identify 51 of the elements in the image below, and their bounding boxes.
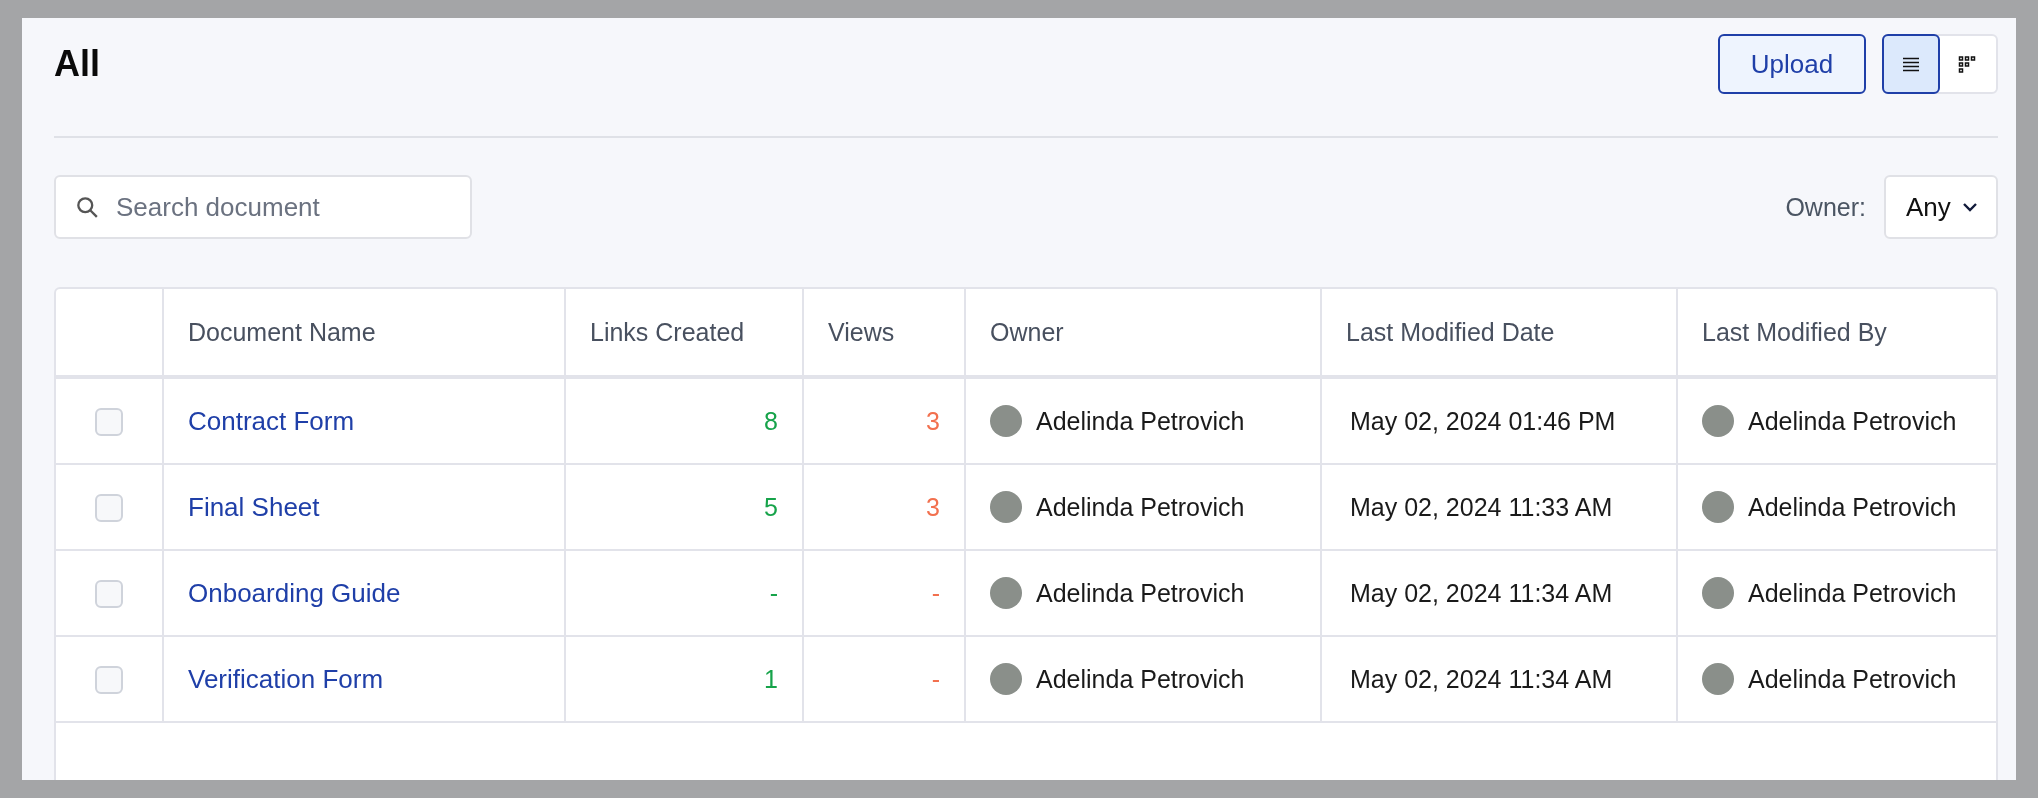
avatar-icon [1702, 577, 1734, 609]
modified-date: May 02, 2024 01:46 PM [1350, 406, 1616, 436]
avatar-icon [1702, 491, 1734, 523]
column-header: Document Name [188, 317, 376, 346]
avatar-icon [1702, 663, 1734, 695]
page-title: All [54, 43, 100, 85]
owner-dropdown[interactable]: Any [1884, 175, 1998, 239]
links-count: - [769, 578, 778, 607]
owner-name: Adelinda Petrovich [1036, 406, 1245, 436]
column-header: Links Created [590, 317, 745, 346]
modifier-name: Adelinda Petrovich [1748, 492, 1957, 522]
owner-name: Adelinda Petrovich [1036, 578, 1245, 608]
modified-date: May 02, 2024 11:34 AM [1350, 664, 1613, 694]
row-checkbox[interactable] [95, 408, 123, 437]
document-link[interactable]: Final Sheet [188, 491, 320, 522]
row-checkbox[interactable] [95, 580, 123, 609]
links-count: 5 [764, 492, 778, 521]
modifier-name: Adelinda Petrovich [1748, 578, 1957, 608]
column-header: Last Modified Date [1346, 317, 1555, 346]
links-count: 1 [764, 664, 778, 693]
avatar-icon [990, 405, 1022, 437]
row-checkbox[interactable] [95, 494, 123, 523]
search-field[interactable]: Search document [54, 175, 472, 239]
modified-date: May 02, 2024 11:34 AM [1350, 578, 1613, 608]
row-checkbox[interactable] [95, 666, 123, 695]
modifier-name: Adelinda Petrovich [1748, 406, 1957, 436]
views-count: 3 [926, 406, 940, 435]
upload-button[interactable]: Upload [1718, 34, 1866, 94]
views-count: 3 [926, 492, 940, 521]
list-icon [1902, 55, 1920, 73]
owner-name: Adelinda Petrovich [1036, 492, 1245, 522]
owner-label: Owner: [1785, 192, 1866, 222]
column-header: Views [828, 317, 895, 346]
views-count: - [931, 664, 940, 693]
avatar-icon [990, 491, 1022, 523]
grid-icon [1958, 55, 1976, 73]
avatar-icon [990, 663, 1022, 695]
owner-name: Adelinda Petrovich [1036, 664, 1245, 694]
column-header: Last Modified By [1702, 317, 1887, 346]
modified-date: May 02, 2024 11:33 AM [1350, 492, 1613, 522]
document-link[interactable]: Onboarding Guide [188, 577, 401, 608]
column-header: Owner [990, 317, 1064, 346]
chevron-down-icon [1962, 202, 1978, 212]
document-link[interactable]: Verification Form [188, 663, 384, 694]
modifier-name: Adelinda Petrovich [1748, 664, 1957, 694]
list-view-button[interactable] [1882, 34, 1940, 94]
links-count: 8 [764, 406, 778, 435]
avatar-icon [1702, 405, 1734, 437]
document-link[interactable]: Contract Form [188, 405, 355, 436]
views-count: - [931, 578, 940, 607]
avatar-icon [990, 577, 1022, 609]
